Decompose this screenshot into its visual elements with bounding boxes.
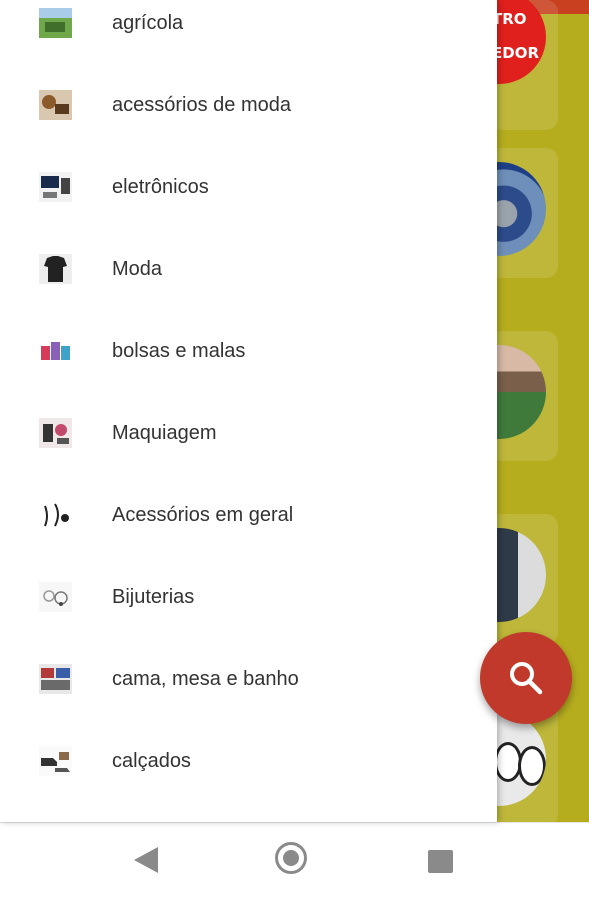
drawer-item-label: eletrônicos [112,176,209,198]
recents-icon[interactable] [428,850,453,873]
home-icon[interactable] [275,842,307,874]
decoration [518,746,546,786]
drawer-item-label: Maquiagem [112,422,217,444]
back-icon[interactable] [134,847,158,873]
drawer-item-cama-mesa-e-banho[interactable]: cama, mesa e banho [0,638,497,720]
drawer-item-label: bolsas e malas [112,340,246,362]
drawer-item-label: agrícola [112,12,184,34]
drawer-item-bijuterias[interactable]: Bijuterias [0,556,497,638]
drawer-item-acessorios-de-moda[interactable]: acessórios de moda [0,64,497,146]
drawer-item-maquiagem[interactable]: Maquiagem [0,392,497,474]
general-accessories-thumbnail [39,500,72,530]
drawer-item-agricola[interactable]: agrícola [0,0,497,64]
makeup-thumbnail [39,418,72,448]
jewelry-thumbnail [39,582,72,612]
search-icon [510,662,543,695]
drawer-item-eletronicos[interactable]: eletrônicos [0,146,497,228]
drawer-item-label: Acessórios em geral [112,504,294,526]
shoes-thumbnail [39,746,72,776]
logo-text-line1: TRO [492,10,527,28]
drawer-item-bolsas-e-malas[interactable]: bolsas e malas [0,310,497,392]
drawer-item-label: cama, mesa e banho [112,668,299,690]
drawer-item-label: acessórios de moda [112,94,291,116]
bags-thumbnail [39,336,72,366]
fashion-thumbnail [39,254,72,284]
electronics-thumbnail [39,172,72,202]
fashion-accessories-thumbnail [39,90,72,120]
navigation-drawer: agrícola acessórios de moda eletrônicos … [0,0,497,822]
drawer-item-label: Bijuterias [112,586,195,608]
logo-text-line2: EDOR [492,44,539,62]
agriculture-thumbnail [39,8,72,38]
drawer-item-acessorios-em-geral[interactable]: Acessórios em geral [0,474,497,556]
drawer-item-calcados[interactable]: calçados [0,720,497,802]
search-button[interactable] [480,632,572,724]
bed-bath-thumbnail [39,664,72,694]
drawer-item-label: Moda [112,258,163,280]
drawer-item-label: calçados [112,750,191,772]
drawer-item-moda[interactable]: Moda [0,228,497,310]
